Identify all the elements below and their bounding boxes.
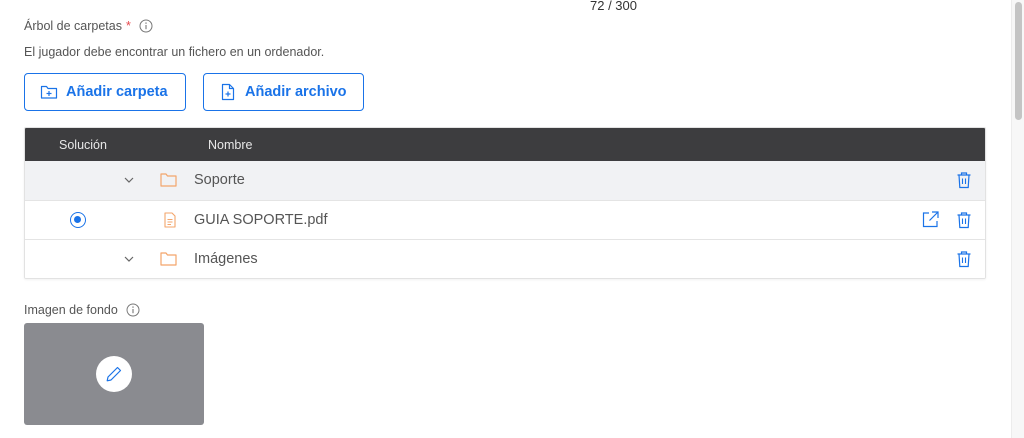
pdf-file-icon <box>164 212 176 228</box>
folder-icon <box>160 173 177 187</box>
folder-tree-label: Árbol de carpetas * <box>24 19 153 33</box>
add-file-label: Añadir archivo <box>245 84 347 100</box>
row-name: Imágenes <box>194 251 258 267</box>
add-file-button[interactable]: Añadir archivo <box>203 73 364 111</box>
background-image-label: Imagen de fondo <box>24 303 140 317</box>
file-plus-icon <box>221 83 235 101</box>
folder-tree-description: El jugador debe encontrar un fichero en … <box>24 45 325 59</box>
vertical-scrollbar[interactable] <box>1011 0 1024 438</box>
add-folder-button[interactable]: Añadir carpeta <box>24 73 186 111</box>
table-row[interactable]: Imágenes <box>25 239 985 278</box>
trash-icon[interactable] <box>956 171 972 189</box>
folder-icon <box>160 252 177 266</box>
trash-icon[interactable] <box>956 250 972 268</box>
table-row[interactable]: Soporte <box>25 161 985 200</box>
external-link-icon[interactable] <box>921 210 940 229</box>
column-header-solution: Solución <box>59 138 107 152</box>
info-icon[interactable] <box>139 19 153 33</box>
scrollbar-thumb[interactable] <box>1015 2 1022 120</box>
char-counter: 72 / 300 <box>590 0 637 13</box>
row-name: Soporte <box>194 172 245 188</box>
folder-tree-label-text: Árbol de carpetas <box>24 19 122 33</box>
trash-icon[interactable] <box>956 211 972 229</box>
background-image-placeholder[interactable] <box>24 323 204 425</box>
background-image-label-text: Imagen de fondo <box>24 303 118 317</box>
folder-tree-table: Solución Nombre Soporte GUIA SOPORTE.pdf… <box>24 127 986 279</box>
table-header: Solución Nombre <box>25 128 985 161</box>
folder-plus-icon <box>40 85 58 99</box>
add-folder-label: Añadir carpeta <box>66 84 168 100</box>
info-icon[interactable] <box>126 303 140 317</box>
chevron-down-icon[interactable] <box>123 174 135 186</box>
column-header-name: Nombre <box>208 138 253 152</box>
edit-image-button[interactable] <box>96 356 132 392</box>
solution-radio[interactable] <box>70 212 86 228</box>
row-name: GUIA SOPORTE.pdf <box>194 212 328 228</box>
table-row[interactable]: GUIA SOPORTE.pdf <box>25 200 985 239</box>
chevron-down-icon[interactable] <box>123 253 135 265</box>
required-mark: * <box>125 19 131 33</box>
pencil-icon <box>106 366 122 382</box>
